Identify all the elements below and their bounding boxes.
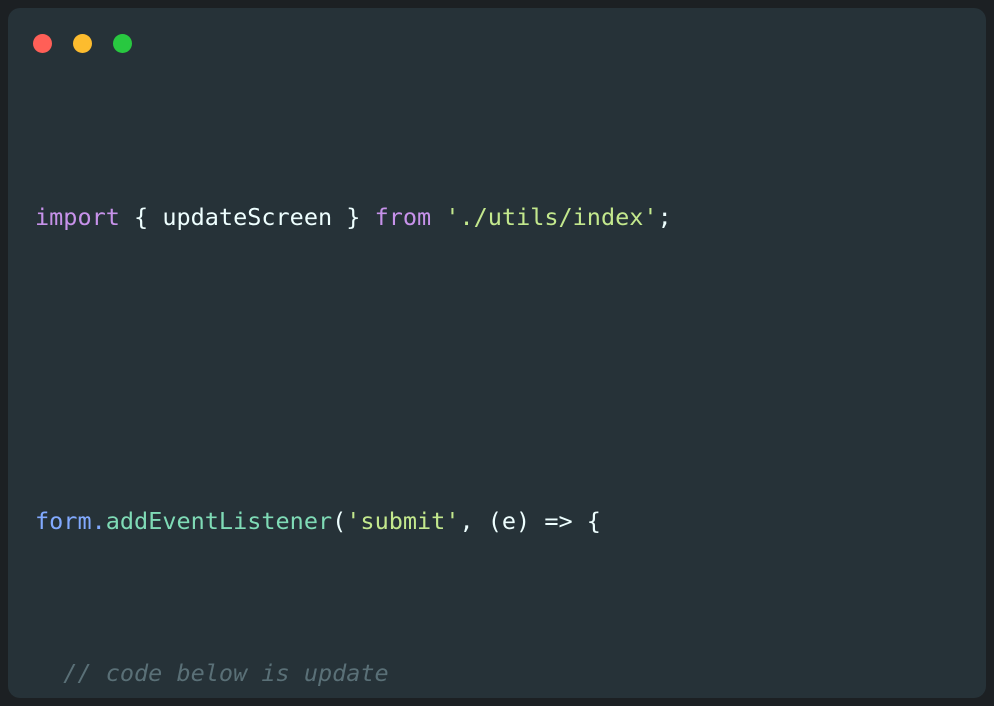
code-editor-window: import { updateScreen } from './utils/in… <box>8 8 986 698</box>
token-punct: { <box>119 203 163 231</box>
token-string-submit: 'submit' <box>346 507 460 535</box>
token-comment: // code below is update <box>35 659 389 687</box>
token-keyword-from: from <box>374 203 432 231</box>
token-dot: . <box>91 507 106 535</box>
code-line-3[interactable]: form.addEventListener('submit', (e) => { <box>8 502 986 540</box>
code-line-2-blank <box>8 350 986 388</box>
minimize-window-button[interactable] <box>73 34 92 53</box>
token-method-addeventlistener: addEventListener <box>105 507 333 535</box>
token-identifier-form: form <box>35 507 92 535</box>
token-keyword-import: import <box>35 203 120 231</box>
code-line-4-comment[interactable]: // code below is update <box>8 654 986 692</box>
maximize-window-button[interactable] <box>113 34 132 53</box>
close-window-button[interactable] <box>33 34 52 53</box>
token-arrow-params: , (e) => { <box>459 507 601 535</box>
token-paren: ( <box>332 507 347 535</box>
token-identifier-updatescreen: updateScreen <box>162 203 333 231</box>
window-titlebar[interactable] <box>8 8 986 70</box>
code-block[interactable]: import { updateScreen } from './utils/in… <box>8 70 986 698</box>
token-semicolon: ; <box>657 203 672 231</box>
token-string-module-path: './utils/index' <box>445 203 658 231</box>
token-punct: } <box>332 203 375 231</box>
code-line-1[interactable]: import { updateScreen } from './utils/in… <box>8 198 986 236</box>
